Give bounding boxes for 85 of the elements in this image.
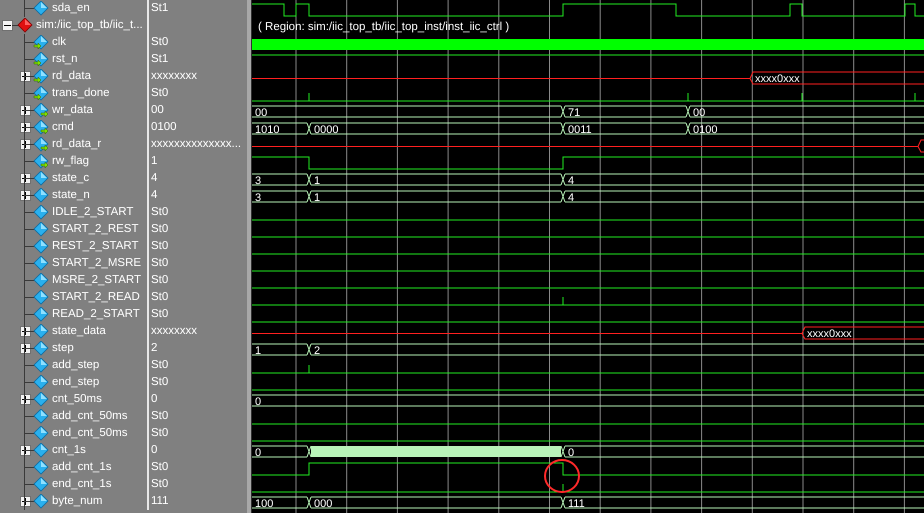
signal-name[interactable]: cmd — [52, 122, 74, 134]
plus-icon — [22, 73, 29, 80]
signal-name[interactable]: sda_en — [52, 2, 90, 14]
signal-name[interactable]: MSRE_2_START — [52, 274, 142, 286]
signal-value: St0 — [151, 428, 168, 440]
plus-icon — [22, 175, 29, 182]
signal-value: St0 — [151, 206, 168, 218]
plus-icon — [22, 141, 29, 148]
signal-name[interactable]: START_2_REST — [52, 224, 138, 236]
signal-value: St0 — [151, 258, 168, 270]
signal-name[interactable]: rw_flag — [52, 156, 90, 168]
signal-value: 2 — [151, 342, 158, 354]
signal-name[interactable]: end_step — [52, 376, 100, 388]
unknown-waveform: xxxx0xxx — [252, 72, 924, 85]
signal-name[interactable]: state_c — [52, 172, 90, 184]
plus-icon — [22, 345, 29, 352]
signal-name[interactable]: add_cnt_1s — [52, 462, 112, 474]
plus-icon — [22, 192, 29, 199]
plus-icon — [22, 498, 29, 505]
signal-name[interactable]: START_2_MSRE — [52, 258, 142, 270]
signal-name[interactable]: state_n — [52, 190, 90, 202]
signal-name[interactable]: add_step — [52, 360, 100, 372]
plus-icon — [22, 396, 29, 403]
signal-name[interactable]: START_2_READ — [52, 292, 140, 304]
signal-value: 1 — [151, 156, 158, 168]
expand-toggle[interactable] — [2, 20, 13, 31]
signal-name[interactable]: wr_data — [52, 104, 93, 116]
region-label: ( Region: sim:/iic_top_tb/iic_top_inst/inst_iic_ctrl ) — [258, 21, 510, 33]
signal-name[interactable]: cnt_1s — [52, 444, 86, 456]
plus-icon — [22, 124, 29, 131]
bus-waveform: 3 1 4 — [252, 190, 924, 204]
signal-value: 111 — [151, 496, 168, 508]
unknown-waveform: xxxx0xxx — [252, 326, 924, 340]
signal-value: St0 — [151, 478, 168, 490]
signal-name[interactable]: add_cnt_50ms — [52, 410, 128, 422]
bus-waveform: 3 1 4 — [252, 174, 924, 187]
signal-value: St0 — [151, 308, 168, 320]
signal-value: St0 — [151, 360, 168, 372]
signal-name[interactable]: rd_data — [52, 70, 92, 82]
signal-value: St1 — [151, 54, 168, 66]
signal-value: 0 — [151, 444, 158, 456]
bus-waveform: 00 71 00 — [252, 106, 924, 119]
signal-value: xxxxxxxxxxxxxx... — [151, 138, 242, 150]
signal-value: 0100 — [151, 122, 177, 134]
bus-waveform: 100 000 111 — [252, 496, 924, 510]
signal-value: St0 — [151, 410, 168, 422]
signal-name[interactable]: sim:/iic_top_tb/iic_t... — [36, 20, 143, 32]
bus-waveform: 0 0 — [252, 446, 924, 459]
signal-value: St0 — [151, 274, 168, 286]
signal-value: 0 — [151, 394, 158, 406]
signal-value: St0 — [151, 36, 168, 48]
signal-name[interactable]: byte_num — [52, 496, 103, 508]
plus-icon — [22, 328, 29, 335]
signal-value: 4 — [151, 172, 158, 184]
signal-value: St1 — [151, 2, 168, 14]
plus-icon — [22, 107, 29, 114]
signal-name[interactable]: rst_n — [52, 54, 78, 66]
signal-value: St0 — [151, 88, 168, 100]
signal-value: St0 — [151, 240, 168, 252]
signal-name[interactable]: rd_data_r — [52, 138, 102, 150]
signal-name[interactable]: IDLE_2_START — [52, 206, 134, 218]
annotation-circle — [544, 459, 580, 493]
signal-name[interactable]: cnt_50ms — [52, 394, 102, 406]
signal-name[interactable]: end_cnt_50ms — [52, 428, 128, 440]
signal-name[interactable]: clk — [52, 36, 66, 48]
signal-value: xxxxxxxx — [151, 70, 197, 82]
bus-waveform: 0 — [252, 394, 924, 408]
signal-value: xxxxxxxx — [151, 326, 197, 338]
bus-waveform: 1 2 — [252, 344, 924, 357]
signal-name[interactable]: end_cnt_1s — [52, 478, 112, 490]
signal-name[interactable]: state_data — [52, 326, 106, 338]
bus-waveform: 1010 0000 0011 0100 — [252, 122, 924, 136]
signal-value: St0 — [151, 224, 168, 236]
signal-value: St0 — [151, 292, 168, 304]
signal-name[interactable]: step — [52, 342, 74, 354]
signal-name[interactable]: READ_2_START — [52, 308, 140, 320]
signal-name[interactable]: trans_done — [52, 88, 110, 100]
signal-value: St0 — [151, 462, 168, 474]
plus-icon — [22, 447, 29, 454]
minus-icon — [4, 22, 11, 29]
signal-value: St0 — [151, 376, 168, 388]
signal-value: 00 — [151, 104, 164, 116]
group-diamond-icon — [17, 18, 33, 33]
signal-name[interactable]: REST_2_START — [52, 240, 138, 252]
signal-value: 4 — [151, 190, 158, 202]
